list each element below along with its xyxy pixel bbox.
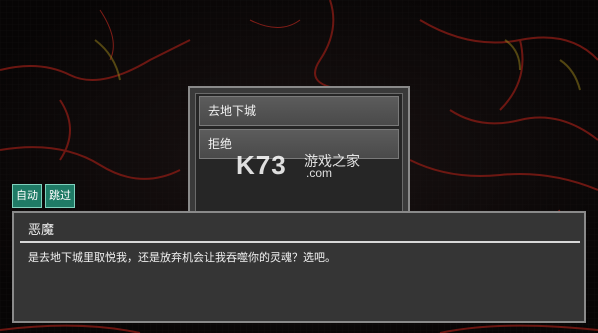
choice-refuse[interactable]: 拒绝 <box>199 129 399 159</box>
speaker-name: 恶魔 <box>28 223 55 238</box>
dialog-divider <box>20 241 580 243</box>
choice-go-dungeon[interactable]: 去地下城 <box>199 96 399 126</box>
dialog-text: 是去地下城里取悦我，还是放弃机会让我吞噬你的灵魂？选吧。 <box>28 251 336 264</box>
auto-button[interactable]: 自动 <box>12 184 42 208</box>
dialog-box[interactable]: 恶魔 是去地下城里取悦我，还是放弃机会让我吞噬你的灵魂？选吧。 <box>12 211 586 323</box>
skip-button[interactable]: 跳过 <box>45 184 75 208</box>
